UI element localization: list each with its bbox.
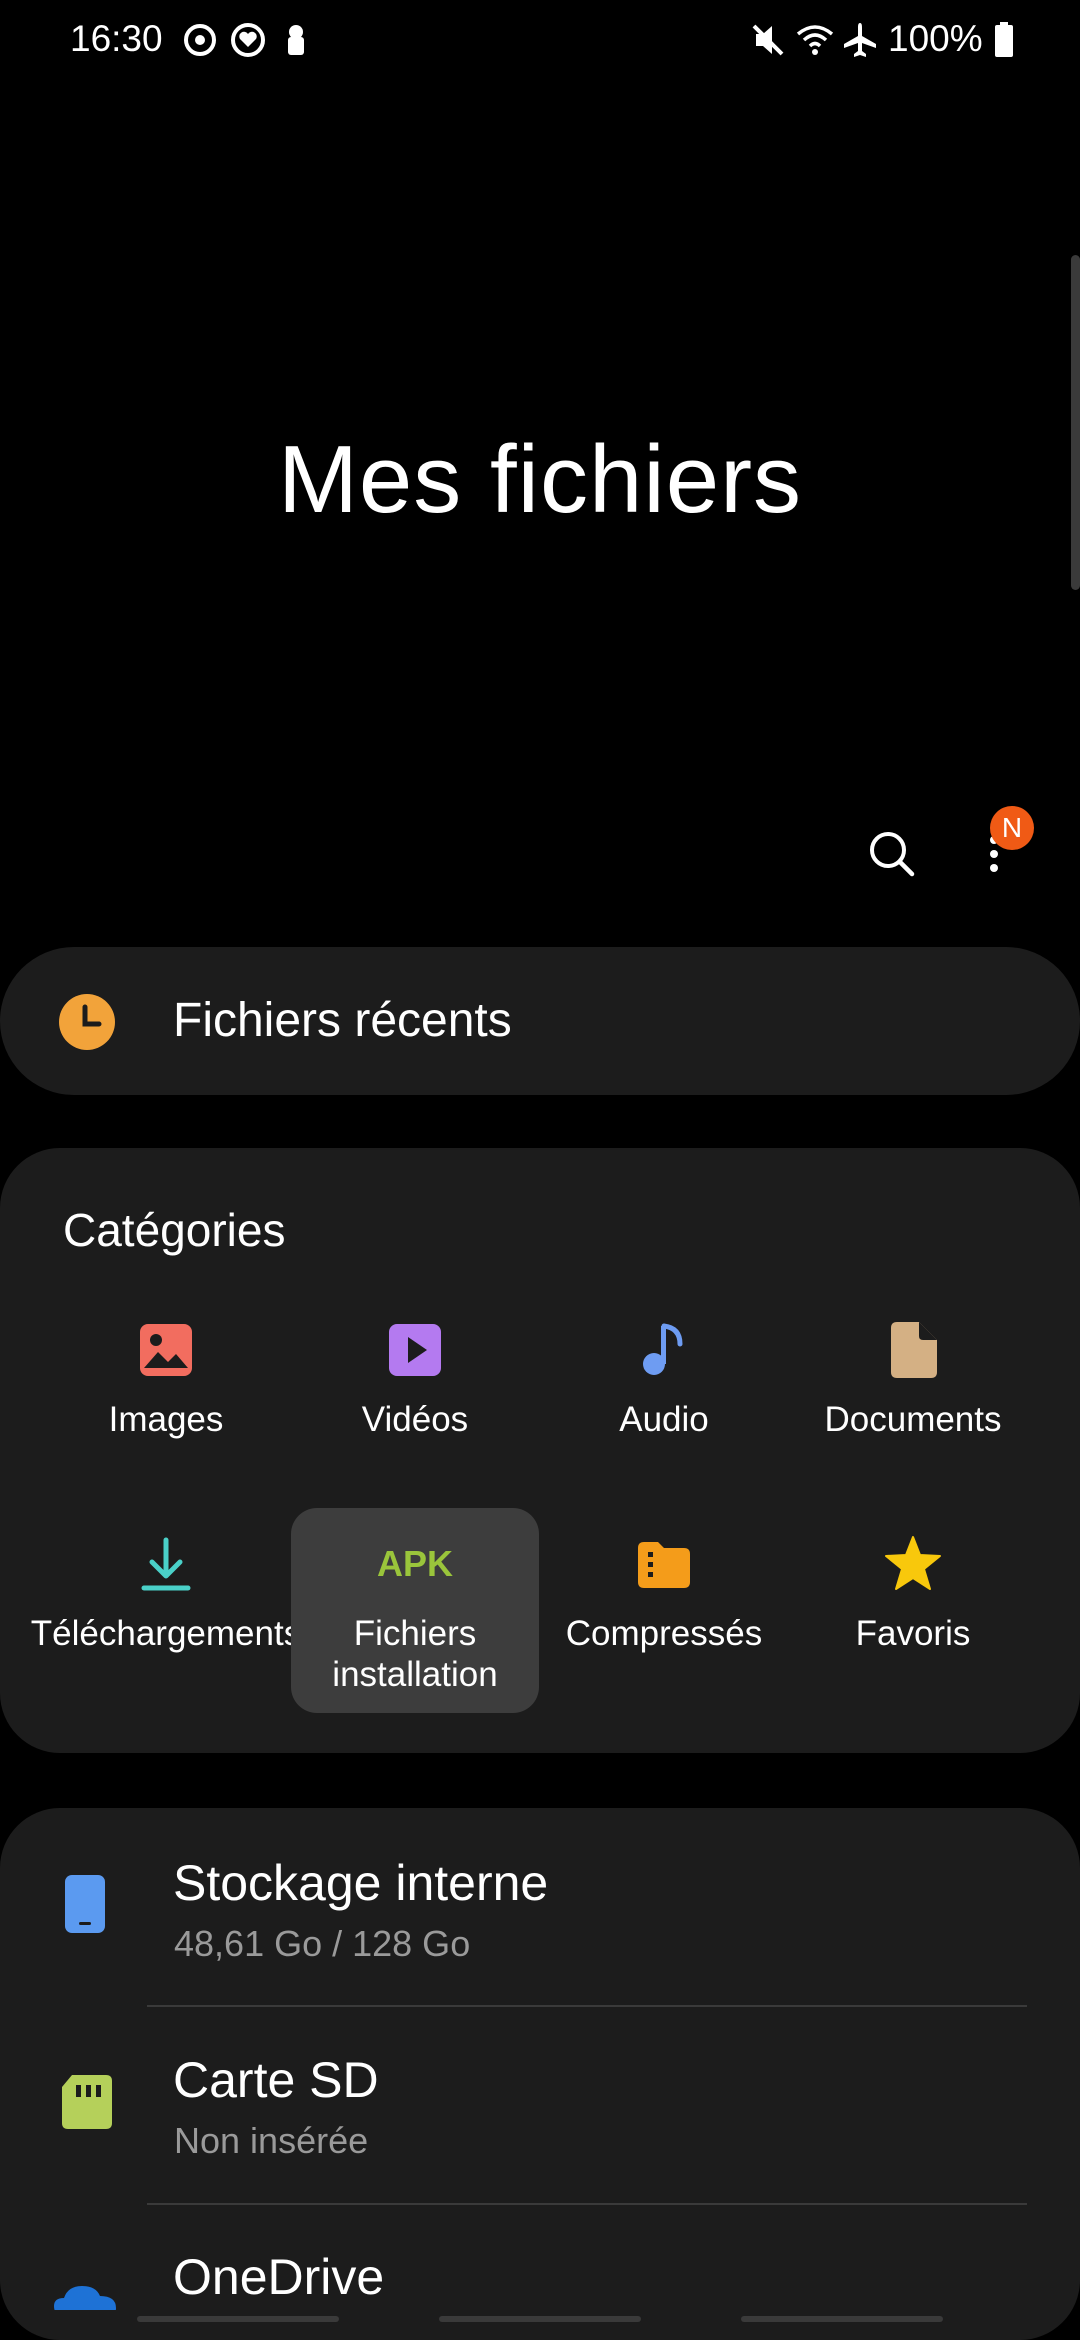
category-label: Audio bbox=[619, 1400, 709, 1439]
search-button[interactable] bbox=[856, 818, 928, 890]
category-label: Vidéos bbox=[361, 1400, 469, 1439]
status-time: 16:30 bbox=[70, 18, 163, 59]
storage-title: OneDrive bbox=[173, 2249, 385, 2305]
battery-percent: 100% bbox=[888, 18, 983, 59]
category-label: Documents bbox=[824, 1400, 1002, 1439]
wifi-icon bbox=[796, 25, 834, 55]
nav-back[interactable] bbox=[741, 2316, 943, 2322]
video-icon bbox=[389, 1324, 441, 1376]
scrollbar[interactable] bbox=[1071, 255, 1080, 590]
storage-onedrive[interactable]: OneDrive bbox=[0, 2205, 1080, 2310]
recent-files-label: Fichiers récents bbox=[173, 994, 512, 1047]
cloud-icon bbox=[54, 2286, 116, 2310]
category-documents[interactable]: Documents bbox=[789, 1294, 1037, 1499]
categories-title: Catégories bbox=[63, 1204, 286, 1256]
apk-icon: APK bbox=[376, 1543, 453, 1584]
category-audio[interactable]: Audio bbox=[540, 1294, 788, 1499]
airplane-icon bbox=[844, 23, 876, 57]
nav-recents[interactable] bbox=[137, 2316, 339, 2322]
page-title: Mes fichiers bbox=[277, 426, 803, 533]
storage-title: Carte SD bbox=[173, 2052, 379, 2108]
sync-icon bbox=[184, 24, 216, 56]
category-installation-files[interactable]: APK Fichiers installation bbox=[291, 1508, 539, 1713]
category-label: Images bbox=[108, 1400, 224, 1439]
search-icon bbox=[870, 832, 915, 877]
storage-title: Stockage interne bbox=[173, 1855, 549, 1911]
notification-badge: N bbox=[990, 806, 1034, 850]
category-label: Télécharge­ments bbox=[30, 1614, 302, 1653]
storage-sd-card[interactable]: Carte SD Non insérée bbox=[0, 2007, 1080, 2202]
category-downloads[interactable]: Télécharge­ments bbox=[31, 1508, 301, 1713]
category-favorites[interactable]: Favoris bbox=[789, 1508, 1037, 1713]
star-icon bbox=[885, 1536, 941, 1590]
recent-files-button[interactable] bbox=[0, 947, 1080, 1095]
category-label: Compressés bbox=[565, 1614, 763, 1653]
category-label: Favoris bbox=[855, 1614, 971, 1653]
download-icon bbox=[141, 1537, 191, 1591]
category-compressed[interactable]: Compressés bbox=[540, 1508, 788, 1713]
category-videos[interactable]: Vidéos bbox=[291, 1294, 539, 1499]
category-images[interactable]: Images bbox=[42, 1294, 290, 1499]
category-label: Fichiers installation bbox=[332, 1614, 498, 1694]
phone-icon bbox=[65, 1875, 105, 1933]
music-note-icon bbox=[643, 1323, 683, 1375]
document-icon bbox=[891, 1322, 937, 1378]
storage-subtitle: 48,61 Go / 128 Go bbox=[174, 1923, 471, 1964]
clock-icon bbox=[59, 994, 115, 1050]
heart-icon bbox=[231, 23, 265, 57]
storage-internal[interactable]: Stockage interne 48,61 Go / 128 Go bbox=[0, 1815, 1080, 2005]
battery-icon bbox=[995, 22, 1013, 57]
zip-folder-icon bbox=[638, 1542, 690, 1588]
keyhole-icon bbox=[288, 25, 304, 55]
sd-card-icon bbox=[62, 2075, 112, 2129]
image-icon bbox=[140, 1324, 192, 1376]
status-bar: 16:30 100% bbox=[0, 0, 1080, 84]
mute-icon bbox=[752, 24, 784, 56]
storage-subtitle: Non insérée bbox=[174, 2120, 369, 2161]
nav-home[interactable] bbox=[439, 2316, 641, 2322]
